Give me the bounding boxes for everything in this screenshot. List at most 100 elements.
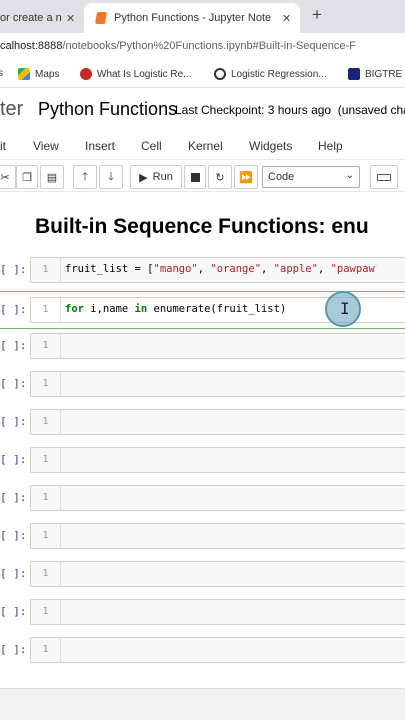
cut-icon[interactable]: ✂ — [0, 165, 16, 189]
line-number: 1 — [31, 638, 61, 662]
code-cell-empty[interactable]: [ ]: 1 — [0, 597, 405, 627]
keyboard-icon[interactable] — [370, 165, 398, 189]
code-input[interactable]: 1 — [30, 409, 405, 435]
paste-icon[interactable]: ▤ — [40, 165, 64, 189]
bookmark-bigtre[interactable]: BIGTRE — [348, 68, 402, 80]
address-bar[interactable]: calhost:8888/notebooks/Python%20Function… — [0, 33, 405, 62]
run-button[interactable]: ▶ Run — [130, 165, 182, 189]
cell-prompt: [ ]: — [0, 377, 27, 390]
cell-prompt: [ ]: — [0, 643, 27, 656]
cell-prompt: [ ]: — [0, 567, 27, 580]
code-cell-empty[interactable]: [ ]: 1 — [0, 331, 405, 361]
code-input[interactable]: 1 — [30, 523, 405, 549]
code-input[interactable]: 1 — [30, 599, 405, 625]
line-number: 1 — [31, 410, 61, 434]
line-number: 1 — [31, 258, 61, 282]
menu-insert[interactable]: Insert — [85, 139, 115, 153]
menu-kernel[interactable]: Kernel — [188, 139, 223, 153]
code-cell[interactable]: [ ]: 1 fruit_list = ["mango", "orange", … — [0, 255, 405, 285]
cell-type-value: Code — [268, 171, 295, 183]
globe-icon — [214, 68, 226, 80]
line-number: 1 — [31, 524, 61, 548]
code-cell-empty[interactable]: [ ]: 1 — [0, 483, 405, 513]
url-path: /notebooks/Python%20Functions.ipynb#Buil… — [62, 40, 356, 52]
run-icon: ▶ — [139, 171, 148, 184]
run-label: Run — [152, 171, 173, 183]
code-input[interactable]: 1 — [30, 561, 405, 587]
close-icon[interactable]: ✕ — [66, 12, 75, 25]
stop-icon[interactable] — [184, 165, 206, 189]
cell-prompt: [ ]: — [0, 491, 27, 504]
bottom-bar — [0, 688, 405, 720]
bookmark-item[interactable]: s — [0, 68, 3, 79]
code-cell-empty[interactable]: [ ]: 1 — [0, 407, 405, 437]
menubar: it View Insert Cell Kernel Widgets Help — [0, 132, 405, 160]
cell-type-select[interactable]: Code ⌄ — [262, 166, 360, 188]
notebook-title[interactable]: Python Functions — [38, 99, 177, 120]
code-text: fruit_list = ["mango", "orange", "apple"… — [65, 263, 375, 275]
bookmark-label: Logistic Regression... — [231, 68, 327, 80]
code-text: for i,name in enumerate(fruit_list) — [65, 303, 286, 315]
code-token: enumerate(fruit_list) — [147, 303, 287, 315]
code-token: i,name — [83, 303, 135, 315]
menu-view[interactable]: View — [33, 139, 59, 153]
move-down-icon[interactable]: 🡓 — [99, 165, 123, 189]
line-number: 1 — [31, 448, 61, 472]
move-up-icon[interactable]: 🡑 — [73, 165, 97, 189]
code-cell-empty[interactable]: [ ]: 1 — [0, 559, 405, 589]
code-token: for — [65, 303, 84, 315]
cell-prompt: [ ]: — [0, 263, 27, 276]
url-host: calhost:8888 — [0, 40, 63, 52]
code-cell-empty[interactable]: [ ]: 1 — [0, 635, 405, 665]
code-cell-empty[interactable]: [ ]: 1 — [0, 369, 405, 399]
copy-icon[interactable]: ❐ — [16, 165, 38, 189]
code-cell-empty[interactable]: [ ]: 1 — [0, 445, 405, 475]
browser-tab-bar: or create a n ✕ Python Functions - Jupyt… — [0, 0, 405, 33]
browser-tab-active[interactable]: Python Functions - Jupyter Note ✕ — [84, 3, 300, 33]
bookmark-logistic-1[interactable]: What Is Logistic Re... — [80, 68, 191, 80]
cell-prompt: [ ]: — [0, 529, 27, 542]
code-input[interactable]: 1 — [30, 333, 405, 359]
tab-label: Python Functions - Jupyter Note — [114, 12, 272, 24]
code-input[interactable]: 1 — [30, 371, 405, 397]
code-token: "mango" — [153, 263, 198, 275]
bookmarks-bar: s Maps What Is Logistic Re... Logistic R… — [0, 62, 405, 88]
close-icon[interactable]: ✕ — [282, 12, 291, 25]
line-number: 1 — [31, 372, 61, 396]
notebook-toolbar: ✂ ❐ ▤ 🡑 🡓 ▶ Run ↻ ⏩ Code ⌄ — [0, 162, 405, 192]
bookmark-logistic-2[interactable]: Logistic Regression... — [214, 68, 327, 80]
new-tab-icon[interactable]: + — [312, 5, 322, 25]
code-input[interactable]: 1 fruit_list = ["mango", "orange", "appl… — [30, 257, 405, 283]
menu-help[interactable]: Help — [318, 139, 343, 153]
menu-edit[interactable]: it — [0, 139, 6, 153]
line-number: 1 — [31, 486, 61, 510]
bookmark-maps[interactable]: Maps — [18, 68, 59, 80]
code-token: "orange" — [210, 263, 262, 275]
jupyter-header: ter Python Functions Last Checkpoint: 3 … — [0, 88, 405, 132]
bookmark-label: BIGTRE — [365, 68, 403, 80]
jupyter-logo[interactable]: ter — [0, 98, 23, 121]
code-token: "apple" — [273, 263, 318, 275]
menu-cell[interactable]: Cell — [141, 139, 162, 153]
fast-forward-icon[interactable]: ⏩ — [234, 165, 258, 189]
restart-icon[interactable]: ↻ — [208, 165, 232, 189]
browser-tab-inactive[interactable]: or create a n ✕ — [0, 3, 84, 33]
markdown-heading[interactable]: Built-in Sequence Functions: enu — [35, 215, 369, 239]
code-input[interactable]: 1 — [30, 447, 405, 473]
cell-prompt: [ ]: — [0, 339, 27, 352]
line-number: 1 — [31, 600, 61, 624]
code-cell-empty[interactable]: [ ]: 1 — [0, 521, 405, 551]
line-number: 1 — [31, 334, 61, 358]
site-icon — [348, 68, 360, 80]
bookmark-label: s — [0, 68, 3, 79]
code-input[interactable]: 1 — [30, 637, 405, 663]
code-token: in — [134, 303, 148, 315]
code-input[interactable]: 1 — [30, 485, 405, 511]
checkpoint-status: Last Checkpoint: 3 hours ago (unsaved ch… — [175, 103, 405, 117]
bookmark-label: What Is Logistic Re... — [97, 68, 192, 80]
menu-widgets[interactable]: Widgets — [249, 139, 292, 153]
unsaved-text: (unsaved cha — [337, 103, 405, 117]
line-number: 1 — [31, 562, 61, 586]
url-text[interactable]: calhost:8888/notebooks/Python%20Function… — [0, 40, 356, 52]
cell-prompt: [ ]: — [0, 453, 27, 466]
